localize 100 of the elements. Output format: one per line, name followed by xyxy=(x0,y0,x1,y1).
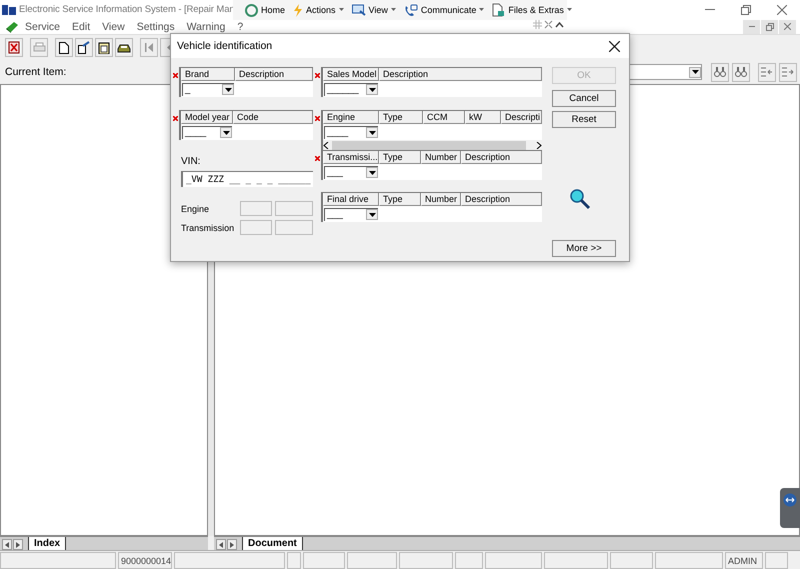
input-field xyxy=(240,201,272,216)
column-header: Transmissi... xyxy=(323,151,379,164)
status-panel xyxy=(455,552,483,569)
lightning-icon xyxy=(293,4,304,16)
printer-icon xyxy=(32,42,46,53)
minimize-button[interactable] xyxy=(743,20,760,34)
dropdown-arrow-icon xyxy=(692,70,698,74)
scroll-right-icon xyxy=(536,142,542,148)
menu-item[interactable]: Warning xyxy=(180,19,232,34)
dialog-button[interactable]: Cancel xyxy=(552,90,616,107)
dropdown-arrow-icon xyxy=(368,170,376,174)
column-header: Engine xyxy=(323,111,379,124)
column-header: Brand xyxy=(181,68,235,81)
column-header: Description xyxy=(461,151,542,164)
menu-item[interactable]: View xyxy=(96,19,131,34)
column-header: Description xyxy=(379,68,542,81)
column-header: Code xyxy=(233,111,313,124)
clipboard-icon xyxy=(98,41,110,54)
scroll-right-button[interactable] xyxy=(227,539,237,550)
combo-box[interactable]: ______ xyxy=(324,82,378,96)
dropdown-arrow-icon xyxy=(368,88,376,92)
indent-left-icon xyxy=(761,67,773,77)
close-icon xyxy=(777,4,787,14)
menu-item[interactable]: Service xyxy=(19,19,66,34)
first-page-icon xyxy=(145,43,153,52)
dropdown-arrow-icon xyxy=(222,130,230,134)
side-panel-tab[interactable] xyxy=(780,488,800,528)
menu-item[interactable]: Settings xyxy=(130,19,181,34)
toolbar-button[interactable] xyxy=(115,38,133,57)
status-panel xyxy=(287,552,301,569)
toolbar-button[interactable] xyxy=(55,38,73,57)
field-label: Current Item: xyxy=(5,66,66,78)
input-field xyxy=(275,201,313,216)
combo-box[interactable]: ____ xyxy=(182,126,232,138)
dialog-button[interactable]: Reset xyxy=(552,111,616,128)
toolbar-button[interactable] xyxy=(75,38,93,57)
toolbar-menu-button[interactable]: Files & Extras xyxy=(492,3,572,17)
combo-box[interactable]: ___ xyxy=(324,208,378,220)
toolbar-button[interactable] xyxy=(95,38,113,57)
column-header: Descripti xyxy=(501,111,542,124)
column-header: Number xyxy=(421,193,461,206)
more-button[interactable]: More >> xyxy=(552,240,616,257)
expand-icon[interactable] xyxy=(544,20,553,29)
scroll-right-button[interactable] xyxy=(13,539,23,550)
scroll-left-button[interactable] xyxy=(2,539,12,550)
document-icon xyxy=(492,3,506,17)
status-panel xyxy=(610,552,653,569)
restore-button[interactable] xyxy=(761,20,778,34)
menu-item[interactable]: ? xyxy=(231,19,250,34)
combo-box[interactable]: ____ xyxy=(324,126,378,138)
page-icon xyxy=(59,42,69,54)
delete-icon xyxy=(8,41,20,54)
magnifier-icon xyxy=(569,188,591,210)
column-header: Description xyxy=(235,68,313,81)
status-panel xyxy=(544,552,608,569)
collapse-icon[interactable] xyxy=(555,20,564,29)
left-arrow-icon xyxy=(219,542,223,548)
app-logo-icon xyxy=(5,20,19,32)
status-panel xyxy=(347,552,397,569)
status-panel xyxy=(485,552,542,569)
dropdown-arrow-icon xyxy=(224,88,232,92)
tab[interactable]: Document xyxy=(242,537,303,550)
combo-box[interactable]: ___ xyxy=(324,166,378,178)
close-icon xyxy=(608,40,620,52)
status-panel xyxy=(655,552,723,569)
menu-item[interactable]: Edit xyxy=(66,19,96,34)
scroll-left-icon xyxy=(323,142,329,148)
app-icon xyxy=(2,4,16,14)
status-panel xyxy=(765,552,788,569)
vin-field[interactable]: _VW ZZZ __ _ _ _ ______ xyxy=(181,171,313,187)
binoculars-icon xyxy=(735,66,747,78)
horizontal-scrollbar[interactable] xyxy=(323,140,542,150)
toolbar-menu-button[interactable]: Communicate xyxy=(404,4,484,16)
column-header: kW xyxy=(465,111,501,124)
toolbar-menu-button[interactable]: Actions xyxy=(293,4,344,16)
combo-box[interactable]: _ xyxy=(182,82,234,96)
restore-icon xyxy=(766,22,774,30)
minimize-icon xyxy=(748,26,754,28)
right-arrow-icon xyxy=(16,542,20,548)
car-icon xyxy=(117,42,131,52)
restore-icon xyxy=(741,4,751,14)
scroll-left-button[interactable] xyxy=(216,539,226,550)
minimize-icon xyxy=(705,8,715,10)
input-field xyxy=(240,220,272,235)
toolbar-menu-button[interactable]: View xyxy=(352,4,396,16)
indent-right-icon xyxy=(782,67,794,77)
field-label: Engine xyxy=(181,204,210,214)
left-arrow-icon xyxy=(5,542,9,548)
toolbar-button[interactable] xyxy=(5,38,23,57)
edit-document-icon xyxy=(78,41,90,54)
column-header: Type xyxy=(379,193,421,206)
column-header: Final drive xyxy=(323,193,379,206)
tab[interactable]: Index xyxy=(28,537,66,550)
column-header: Type xyxy=(379,151,421,164)
field-label: VIN: xyxy=(181,156,202,167)
column-header: Description xyxy=(461,193,542,206)
field-label: Transmission xyxy=(181,222,236,232)
monitor-icon xyxy=(352,4,366,16)
toolbar-menu-button[interactable]: Home xyxy=(245,4,286,16)
column-header: Number xyxy=(421,151,461,164)
